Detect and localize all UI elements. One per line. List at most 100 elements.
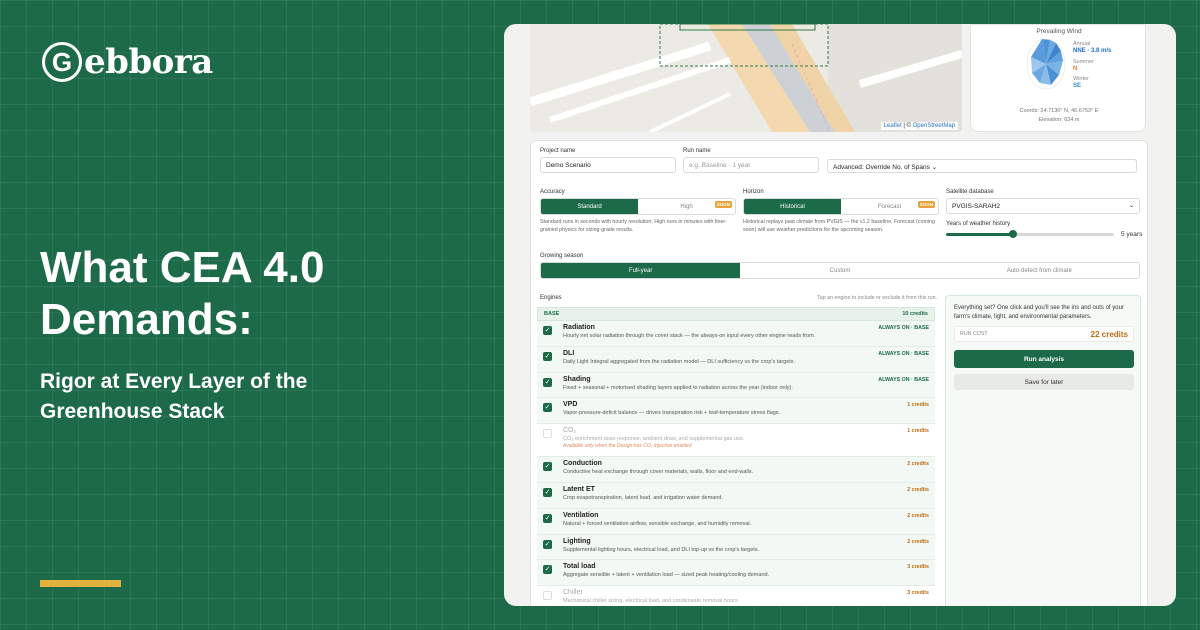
- logo: G ebbora: [42, 42, 213, 82]
- engine-row[interactable]: Chiller Mechanical chiller sizing, electr…: [537, 586, 935, 606]
- soon-badge: SOON: [714, 201, 732, 208]
- wind-title: Prevailing Wind: [1036, 28, 1082, 35]
- season-toggle[interactable]: Full-year Custom Auto-detect from climat…: [540, 262, 1140, 279]
- coords: Coords: 24.7136° N, 46.6753° E: [1019, 108, 1099, 114]
- engine-credit: 3 credits: [907, 590, 929, 597]
- satellite-value: PVGIS-SARAH2: [952, 203, 1001, 210]
- run-name-input[interactable]: e.g. Baseline · 1 year: [683, 157, 819, 173]
- accuracy-high[interactable]: High SOON: [638, 199, 735, 214]
- engine-row[interactable]: ✓ Latent ET Crop evapotranspiration, laten…: [537, 482, 935, 509]
- years-value: 5 years: [1121, 231, 1143, 238]
- chevron-down-icon: ⌄: [1128, 203, 1134, 209]
- winter-label: Winter: [1073, 76, 1089, 82]
- engine-description: Daily Light Integral aggregated from the…: [563, 358, 796, 365]
- winter-value: SE: [1073, 83, 1082, 89]
- map-roads: [530, 24, 962, 132]
- engine-name: VPD: [563, 401, 578, 409]
- hero-panel: G ebbora What CEA 4.0 Demands: Rigor at …: [0, 0, 480, 630]
- run-name-label: Run name: [683, 148, 711, 154]
- checkbox[interactable]: [543, 591, 552, 601]
- engine-credit: ALWAYS ON · BASE: [878, 325, 929, 331]
- engine-description: Crop evapotranspiration, latent load, an…: [563, 494, 723, 501]
- engine-name: CO₂: [563, 427, 577, 435]
- base-group-header: BASE 10 credits: [537, 307, 935, 321]
- engine-credit: 2 credits: [907, 538, 929, 545]
- horizon-forecast[interactable]: Forecast SOON: [841, 199, 938, 214]
- wind-rose-icon: [1026, 38, 1066, 90]
- season-auto[interactable]: Auto-detect from climate: [940, 263, 1139, 278]
- osm-link[interactable]: OpenStreetMap: [913, 123, 955, 129]
- logo-mark-icon: G: [42, 42, 82, 82]
- advanced-spans-toggle[interactable]: Advanced: Override No. of Spans ⌄: [827, 159, 1137, 173]
- accuracy-toggle[interactable]: Standard High SOON: [540, 198, 736, 215]
- season-custom[interactable]: Custom: [740, 263, 939, 278]
- run-cost-value: 22 credits: [1090, 329, 1128, 339]
- run-analysis-button[interactable]: Run analysis: [954, 350, 1134, 368]
- attribution-sep: | ©: [901, 123, 913, 129]
- engine-name: DLI: [563, 349, 575, 357]
- engine-credit: 2 credits: [907, 512, 929, 519]
- leaflet-link[interactable]: Leaflet: [884, 123, 902, 129]
- engine-row[interactable]: ✓ Lighting Supplemental lighting hours, el…: [537, 534, 935, 561]
- project-name-input[interactable]: Demo Scenario: [540, 157, 676, 173]
- project-name-label: Project name: [540, 148, 576, 154]
- engine-credit: 2 credits: [907, 486, 929, 493]
- horizon-historical[interactable]: Historical: [744, 199, 841, 214]
- engine-row[interactable]: ✓ Ventilation Natural + forced ventilation…: [537, 508, 935, 535]
- run-cost: RUN COST 22 credits: [954, 326, 1134, 342]
- engine-row[interactable]: ✓ Conduction Conductive heat exchange thro…: [537, 457, 935, 483]
- summary-text: Everything set? One click and you'll see…: [954, 305, 1124, 320]
- checkbox[interactable]: ✓: [543, 377, 552, 387]
- accuracy-standard[interactable]: Standard: [541, 199, 638, 214]
- run-form: Project name Demo Scenario Run name e.g.…: [530, 140, 1148, 606]
- chevron-down-icon: ⌄: [931, 164, 938, 171]
- engine-description: Fixed + seasonal + motorised shading lay…: [563, 384, 793, 391]
- headline: What CEA 4.0 Demands:: [40, 243, 325, 344]
- engines-label: Engines: [540, 295, 562, 301]
- checkbox[interactable]: ✓: [543, 513, 552, 523]
- engines-hint: Tap an engine to include or exclude it f…: [817, 295, 937, 301]
- save-for-later-button[interactable]: Save for later: [954, 374, 1134, 390]
- engine-note: Available only when the Design has CO₂ i…: [563, 443, 692, 450]
- accent-bar: [40, 580, 121, 587]
- engine-row[interactable]: CO₂ CO₂ enrichment dose response, ambient…: [537, 424, 935, 458]
- engine-row[interactable]: ✓ Total load Aggregate sensible + latent +…: [537, 560, 935, 587]
- horizon-help: Historical replays past climate from PVG…: [743, 219, 935, 233]
- run-cost-label: RUN COST: [960, 331, 988, 337]
- engine-name: Total load: [563, 563, 596, 571]
- engine-name: Ventilation: [563, 511, 599, 519]
- checkbox[interactable]: ✓: [543, 351, 552, 361]
- checkbox[interactable]: ✓: [543, 539, 552, 549]
- checkbox[interactable]: ✓: [543, 326, 552, 335]
- engine-description: Hourly net solar radiation through the c…: [563, 333, 816, 339]
- years-label: Years of weather history: [946, 221, 1011, 227]
- engine-description: Natural + forced ventilation airflow, se…: [563, 520, 752, 527]
- checkbox[interactable]: ✓: [543, 462, 552, 472]
- engine-row[interactable]: ✓ VPD Vapor-pressure-deficit balance — dri…: [537, 398, 935, 425]
- checkbox[interactable]: ✓: [543, 487, 552, 497]
- slider-handle[interactable]: [1009, 230, 1018, 238]
- engine-description: Supplemental lighting hours, electrical …: [563, 546, 760, 553]
- engine-list: BASE 10 credits ✓ Radiation Hourly net sol…: [537, 307, 935, 606]
- engine-name: Lighting: [563, 537, 591, 545]
- horizon-label: Horizon: [743, 189, 764, 195]
- horizon-toggle[interactable]: Historical Forecast SOON: [743, 198, 939, 215]
- checkbox[interactable]: ✓: [543, 565, 552, 575]
- season-label: Growing season: [540, 253, 584, 259]
- satellite-label: Satellite database: [946, 189, 994, 195]
- engine-row[interactable]: ✓ Radiation Hourly net solar radiation thr…: [537, 321, 935, 347]
- checkbox[interactable]: ✓: [543, 403, 552, 413]
- site-map[interactable]: Leaflet | © OpenStreetMap: [530, 24, 962, 132]
- years-slider[interactable]: [946, 230, 1114, 238]
- engine-credit: 1 credits: [907, 402, 929, 409]
- engine-row[interactable]: ✓ DLI Daily Light Integral aggregated from…: [537, 346, 935, 373]
- engine-row[interactable]: ✓ Shading Fixed + seasonal + motorised sha…: [537, 372, 935, 399]
- engine-name: Radiation: [563, 324, 595, 331]
- engine-description: Conductive heat exchange through cover m…: [563, 469, 754, 476]
- engine-description: Vapor-pressure-deficit balance — drives …: [563, 410, 781, 417]
- checkbox[interactable]: [543, 429, 552, 439]
- satellite-select[interactable]: PVGIS-SARAH2 ⌄: [946, 198, 1140, 214]
- season-full-year[interactable]: Full-year: [541, 263, 741, 278]
- engine-credit: 3 credits: [907, 564, 929, 571]
- wind-card: Prevailing Wind Annual NNE · 3.8 m/s Sum…: [970, 24, 1146, 132]
